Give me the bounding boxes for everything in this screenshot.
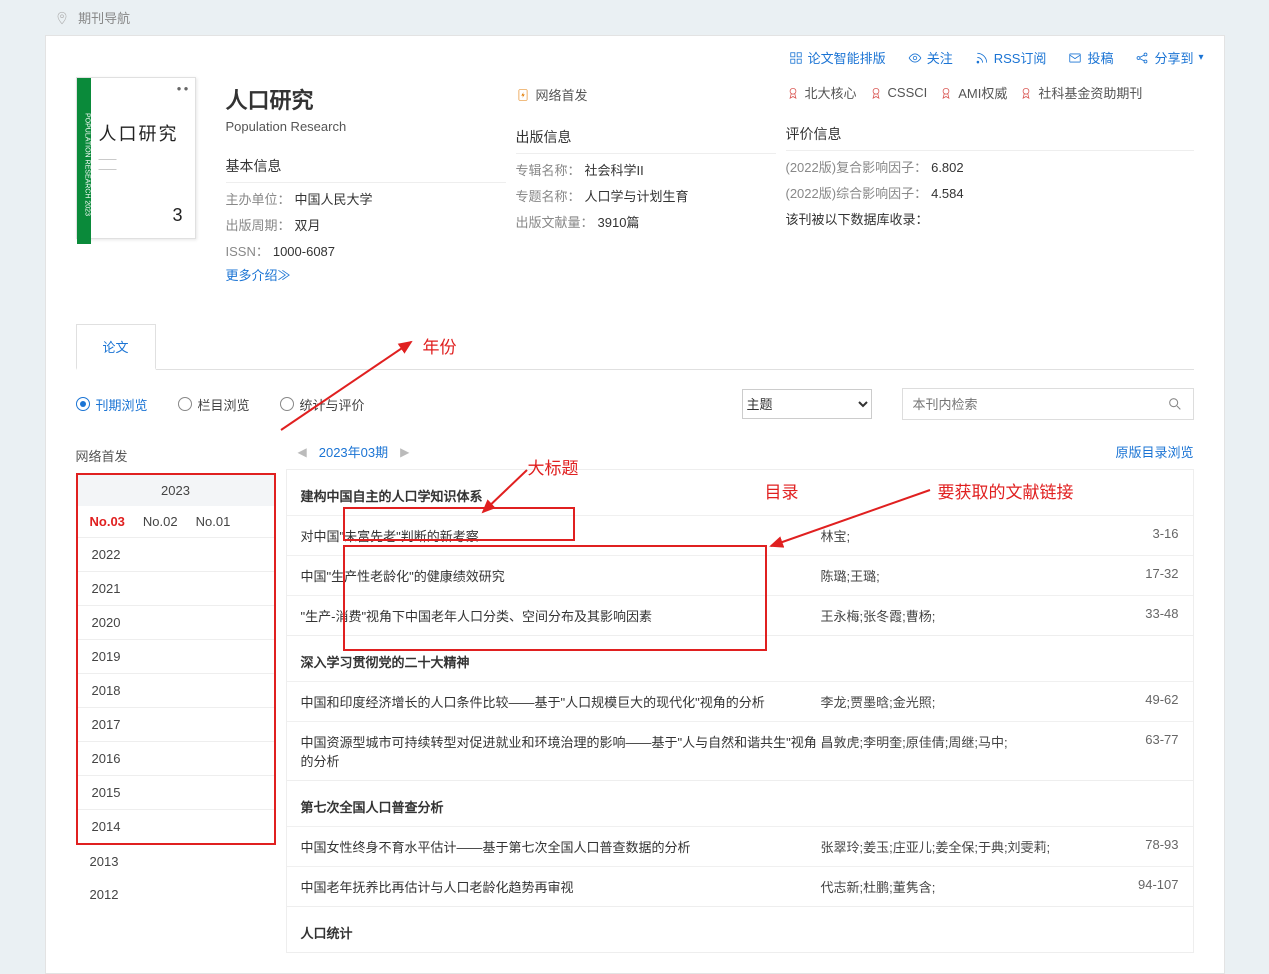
badge: 北大核心 [786, 83, 857, 102]
year-item[interactable]: 2020 [78, 605, 274, 639]
issue-item[interactable]: No.03 [90, 514, 125, 529]
rss-link[interactable]: RSS订阅 [975, 48, 1047, 67]
article-authors: 王永梅;张冬霞;曹杨; [821, 606, 1109, 625]
journal-cover[interactable]: POPULATION RESEARCH 2023 ● ● 人口研究 ——————… [76, 77, 196, 239]
section-heading: 建构中国自主的人口学知识体系 [287, 470, 1193, 515]
article-authors: 李龙;贾墨晗;金光照; [821, 692, 1109, 711]
award-icon [939, 86, 953, 100]
radio-issue-browse[interactable]: 刊期浏览 [76, 395, 148, 414]
radio-column-browse[interactable]: 栏目浏览 [178, 395, 250, 414]
grid-icon [789, 51, 803, 65]
follow-link[interactable]: 关注 [908, 48, 953, 67]
article-title-link[interactable]: "生产-消费"视角下中国老年人口分类、空间分布及其影响因素 [301, 609, 653, 624]
year-box: 2023 No.03No.02No.01 2022202120202019201… [76, 473, 276, 845]
search-button[interactable] [1157, 396, 1193, 412]
share-link[interactable]: 分享到 ▾ [1135, 48, 1203, 67]
article-pages: 3-16 [1109, 526, 1179, 545]
toolbar: 论文智能排版 关注 RSS订阅 投稿 分享到 ▾ [46, 36, 1224, 77]
article-pages: 49-62 [1109, 692, 1179, 711]
article-title-link[interactable]: 对中国"未富先老"判断的新考察 [301, 529, 479, 544]
article-row: 中国"生产性老龄化"的健康绩效研究 陈璐;王璐;17-32 [287, 555, 1193, 595]
eye-icon [908, 51, 922, 65]
year-item[interactable]: 2015 [78, 775, 274, 809]
badge: AMI权威 [939, 83, 1007, 102]
section-heading: 人口统计 [287, 906, 1193, 952]
prev-issue[interactable]: ◀ [286, 445, 319, 459]
article-row: 中国女性终身不育水平估计——基于第七次全国人口普查数据的分析 张翠玲;姜玉;庄亚儿… [287, 826, 1193, 866]
year-item[interactable]: 2019 [78, 639, 274, 673]
article-pages: 63-77 [1109, 732, 1179, 770]
article-row: "生产-消费"视角下中国老年人口分类、空间分布及其影响因素 王永梅;张冬霞;曹杨;… [287, 595, 1193, 635]
current-issue-label: 2023年03期 [319, 442, 388, 461]
article-authors: 昌敦虎;李明奎;原佳倩;周继;马中; [821, 732, 1109, 770]
year-item[interactable]: 2014 [78, 809, 274, 843]
article-row: 中国老年抚养比再估计与人口老龄化趋势再审视 代志新;杜鹏;董隽含;94-107 [287, 866, 1193, 906]
badge: CSSCI [869, 85, 928, 100]
article-title-link[interactable]: 中国老年抚养比再估计与人口老龄化趋势再审视 [301, 880, 574, 895]
badge: 社科基金资助期刊 [1019, 83, 1142, 102]
more-link[interactable]: 更多介绍≫ [226, 265, 506, 284]
award-icon [1019, 86, 1033, 100]
year-item[interactable]: 2012 [76, 878, 276, 911]
year-item[interactable]: 2016 [78, 741, 274, 775]
badge-list: 北大核心 CSSCI AMI权威社科基金资助期刊 [786, 83, 1194, 102]
mail-icon [1068, 51, 1082, 65]
net-first-label: 网络首发 [516, 85, 588, 104]
article-pages: 94-107 [1109, 877, 1179, 896]
radio-stats[interactable]: 统计与评价 [280, 395, 365, 414]
search-icon [1167, 396, 1183, 412]
section-heading: 第七次全国人口普查分析 [287, 780, 1193, 826]
issue-item[interactable]: No.01 [196, 514, 231, 529]
article-authors: 陈璐;王璐; [821, 566, 1109, 585]
year-item[interactable]: 2021 [78, 571, 274, 605]
issue-list: No.03 No.02 No.01 [78, 506, 274, 537]
basic-heading: 基本信息 [226, 156, 506, 183]
original-toc-link[interactable]: 原版目录浏览 [1115, 442, 1193, 461]
award-icon [869, 86, 883, 100]
share-icon [1135, 51, 1149, 65]
article-pages: 17-32 [1109, 566, 1179, 585]
eval-heading: 评价信息 [786, 124, 1194, 151]
publish-heading: 出版信息 [516, 127, 776, 154]
article-title-link[interactable]: 中国资源型城市可持续转型对促进就业和环境治理的影响——基于"人与自然和谐共生"视… [301, 735, 817, 769]
location-icon [55, 11, 69, 25]
issue-item[interactable]: No.02 [143, 514, 178, 529]
year-list: 202220212020201920182017201620152014 [78, 537, 274, 843]
year-item[interactable]: 2013 [76, 845, 276, 878]
next-issue[interactable]: ▶ [388, 445, 421, 459]
year-list-extra: 20132012 [76, 845, 276, 911]
section-heading: 深入学习贯彻党的二十大精神 [287, 635, 1193, 681]
year-item[interactable]: 2017 [78, 707, 274, 741]
article-pages: 33-48 [1109, 606, 1179, 625]
flash-icon [516, 88, 530, 102]
tab-papers[interactable]: 论文 [76, 324, 156, 370]
journal-title-en: Population Research [226, 119, 506, 134]
article-authors: 林宝; [821, 526, 1109, 545]
year-item[interactable]: 2022 [78, 537, 274, 571]
article-row: 对中国"未富先老"判断的新考察 林宝;3-16 [287, 515, 1193, 555]
breadcrumb: 期刊导航 [45, 0, 1225, 35]
award-icon [786, 86, 800, 100]
article-row: 中国和印度经济增长的人口条件比较——基于"人口规模巨大的现代化"视角的分析 李龙;… [287, 681, 1193, 721]
article-pages: 78-93 [1109, 837, 1179, 856]
topic-select[interactable]: 主题 [742, 389, 872, 419]
year-item[interactable]: 2018 [78, 673, 274, 707]
journal-title-zh: 人口研究 [226, 83, 506, 115]
article-authors: 张翠玲;姜玉;庄亚儿;姜全保;于典;刘雯莉; [821, 837, 1109, 856]
toc-content: 建构中国自主的人口学知识体系对中国"未富先老"判断的新考察 林宝;3-16 中国"生… [286, 469, 1194, 953]
rss-icon [975, 51, 989, 65]
submit-link[interactable]: 投稿 [1068, 48, 1113, 67]
current-year[interactable]: 2023 [78, 475, 274, 506]
net-first-side[interactable]: 网络首发 [76, 438, 276, 473]
article-row: 中国资源型城市可持续转型对促进就业和环境治理的影响——基于"人与自然和谐共生"视… [287, 721, 1193, 780]
smart-layout-link[interactable]: 论文智能排版 [789, 48, 886, 67]
article-title-link[interactable]: 中国和印度经济增长的人口条件比较——基于"人口规模巨大的现代化"视角的分析 [301, 695, 765, 710]
article-title-link[interactable]: 中国女性终身不育水平估计——基于第七次全国人口普查数据的分析 [301, 840, 691, 855]
search-input[interactable] [903, 397, 1157, 412]
article-authors: 代志新;杜鹏;董隽含; [821, 877, 1109, 896]
article-title-link[interactable]: 中国"生产性老龄化"的健康绩效研究 [301, 569, 505, 584]
